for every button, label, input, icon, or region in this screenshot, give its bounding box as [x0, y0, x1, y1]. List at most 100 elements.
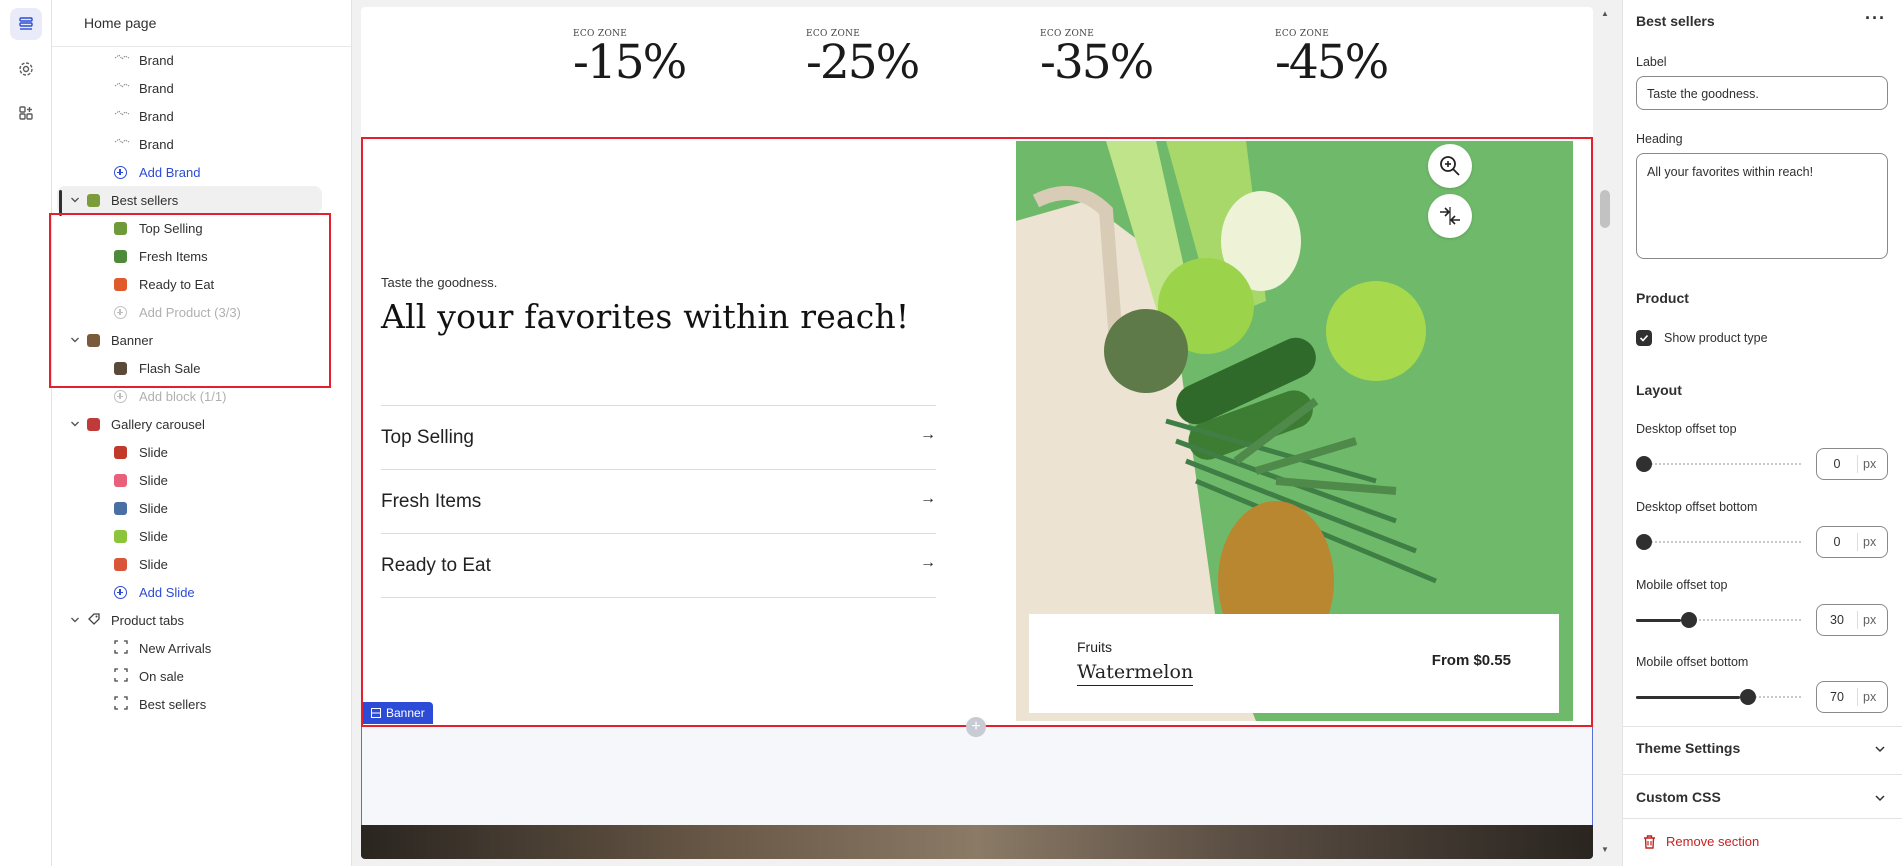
- app-rail: [0, 0, 52, 866]
- divider: [1623, 774, 1902, 775]
- add-circle-icon: [114, 166, 127, 179]
- trash-icon: [1644, 834, 1655, 849]
- chevron-down-icon[interactable]: [69, 418, 81, 430]
- offset-slider[interactable]: [1636, 456, 1801, 472]
- offset-value: 0: [1833, 535, 1841, 549]
- grocery-bag-image: Fruits Watermelon From $0.55: [1016, 141, 1573, 721]
- product-card[interactable]: Fruits Watermelon From $0.55: [1029, 614, 1559, 713]
- slider-knob[interactable]: [1681, 612, 1697, 628]
- offset-label: Desktop offset top: [1636, 422, 1737, 436]
- promo-4[interactable]: ECO ZONE -45%: [1275, 29, 1389, 89]
- promo-1[interactable]: ECO ZONE -15%: [573, 29, 687, 89]
- tree-item-slide[interactable]: Slide: [52, 466, 332, 494]
- product-section-heading: Product: [1636, 290, 1689, 306]
- preview-canvas[interactable]: ECO ZONE -15% ECO ZONE -25% ECO ZONE -35…: [361, 7, 1593, 859]
- link-fresh-items[interactable]: Fresh Items →: [381, 469, 936, 533]
- chevron-down-icon[interactable]: [1874, 792, 1886, 804]
- slider-knob[interactable]: [1636, 534, 1652, 550]
- tree-item-ready-to-eat[interactable]: Ready to Eat: [52, 270, 332, 298]
- offset-number-input[interactable]: 30 px: [1816, 604, 1888, 636]
- tree-row-label: Best sellers: [139, 696, 207, 712]
- add-circle-icon: [114, 390, 127, 403]
- sections-icon[interactable]: [10, 8, 42, 40]
- offset-number-input[interactable]: 70 px: [1816, 681, 1888, 713]
- preview-scroll-thumb[interactable]: [1600, 190, 1610, 228]
- label-input[interactable]: Taste the goodness.: [1636, 76, 1888, 110]
- chevron-down-icon[interactable]: [69, 194, 81, 206]
- theme-settings-gear-icon[interactable]: [10, 53, 42, 85]
- banner-section-tag[interactable]: Banner: [363, 702, 433, 724]
- settings-title: Best sellers: [1636, 13, 1715, 29]
- tree-item-add-slide[interactable]: Add Slide: [52, 578, 332, 606]
- unit-divider: [1857, 688, 1858, 706]
- page-title: Home page: [52, 0, 351, 47]
- tree-item-best-sellers[interactable]: Best sellers: [52, 690, 332, 718]
- tree-item-fresh-items[interactable]: Fresh Items: [52, 242, 332, 270]
- heading-textarea[interactable]: All your favorites within reach!: [1636, 153, 1888, 259]
- tree-item-brand[interactable]: Brand: [52, 130, 332, 158]
- show-product-type-checkbox[interactable]: [1636, 330, 1652, 346]
- tree-row-label: Top Selling: [139, 220, 203, 236]
- remove-section-button[interactable]: Remove section: [1643, 834, 1759, 849]
- promo-3[interactable]: ECO ZONE -35%: [1040, 29, 1154, 89]
- tree-row-label: Add Slide: [139, 584, 195, 600]
- tag-icon: [87, 612, 103, 628]
- banner-tag-label: Banner: [386, 706, 425, 720]
- offset-slider[interactable]: [1636, 689, 1801, 705]
- tree-item-brand[interactable]: Brand: [52, 102, 332, 130]
- custom-css-accordion[interactable]: Custom CSS: [1636, 789, 1721, 805]
- chevron-down-icon[interactable]: [69, 614, 81, 626]
- tree-item-slide[interactable]: Slide: [52, 438, 332, 466]
- tree-section-banner[interactable]: Banner: [52, 326, 332, 354]
- tree-row-label: Slide: [139, 500, 168, 516]
- product-name-link[interactable]: Watermelon: [1077, 661, 1194, 686]
- tree-item-new-arrivals[interactable]: New Arrivals: [52, 634, 332, 662]
- offset-slider[interactable]: [1636, 534, 1801, 550]
- slide-thumb-icon: [114, 446, 127, 459]
- tree-item-slide[interactable]: Slide: [52, 494, 332, 522]
- product-price: From $0.55: [1431, 652, 1511, 669]
- add-section-plus-icon[interactable]: +: [966, 717, 986, 737]
- arrow-right-icon: →: [920, 490, 936, 507]
- more-options-icon[interactable]: ···: [1865, 8, 1886, 29]
- add-circle-icon: [114, 586, 127, 599]
- divider: [1623, 818, 1902, 819]
- tree-item-slide[interactable]: Slide: [52, 522, 332, 550]
- best-sellers-section[interactable]: Taste the goodness. All your favorites w…: [361, 141, 1593, 721]
- preview-scrollbar[interactable]: ▲ ▼: [1594, 7, 1616, 859]
- link-ready-to-eat[interactable]: Ready to Eat →: [381, 533, 936, 597]
- slider-knob[interactable]: [1740, 689, 1756, 705]
- scroll-up-icon[interactable]: ▲: [1601, 9, 1609, 18]
- tree-item-brand[interactable]: Brand: [52, 46, 332, 74]
- offset-number-input[interactable]: 0 px: [1816, 526, 1888, 558]
- link-label: Top Selling: [381, 426, 474, 448]
- link-top-selling[interactable]: Top Selling →: [381, 405, 936, 469]
- tree-section-product-tabs[interactable]: Product tabs: [52, 606, 332, 634]
- tree-item-on-sale[interactable]: On sale: [52, 662, 332, 690]
- tree-section-gallery-carousel[interactable]: Gallery carousel: [52, 410, 332, 438]
- compare-arrows-icon[interactable]: [1428, 194, 1472, 238]
- theme-settings-accordion[interactable]: Theme Settings: [1636, 740, 1740, 756]
- offset-number-input[interactable]: 0 px: [1816, 448, 1888, 480]
- apps-icon[interactable]: [10, 97, 42, 129]
- tree-item-add-brand[interactable]: Add Brand: [52, 158, 332, 186]
- offset-slider[interactable]: [1636, 612, 1801, 628]
- slide-thumb-icon: [114, 474, 127, 487]
- promo-2[interactable]: ECO ZONE -25%: [806, 29, 920, 89]
- tree-section-best-sellers[interactable]: Best sellers: [57, 186, 322, 216]
- tree-item-top-selling[interactable]: Top Selling: [52, 214, 332, 242]
- tree-row-label: New Arrivals: [139, 640, 212, 656]
- tree-row-label: Best sellers: [111, 192, 179, 208]
- tree-item-slide[interactable]: Slide: [52, 550, 332, 578]
- tree-item-brand[interactable]: Brand: [52, 74, 332, 102]
- chevron-down-icon[interactable]: [1874, 743, 1886, 755]
- tree-row-label: On sale: [139, 668, 184, 684]
- zoom-in-icon[interactable]: [1428, 144, 1472, 188]
- slider-track: [1636, 463, 1801, 465]
- tree-item-flash-sale[interactable]: Flash Sale: [52, 354, 332, 382]
- unit-divider: [1857, 611, 1858, 629]
- scroll-down-icon[interactable]: ▼: [1601, 845, 1609, 854]
- slider-knob[interactable]: [1636, 456, 1652, 472]
- chevron-down-icon[interactable]: [69, 334, 81, 346]
- layout-section-heading: Layout: [1636, 382, 1682, 398]
